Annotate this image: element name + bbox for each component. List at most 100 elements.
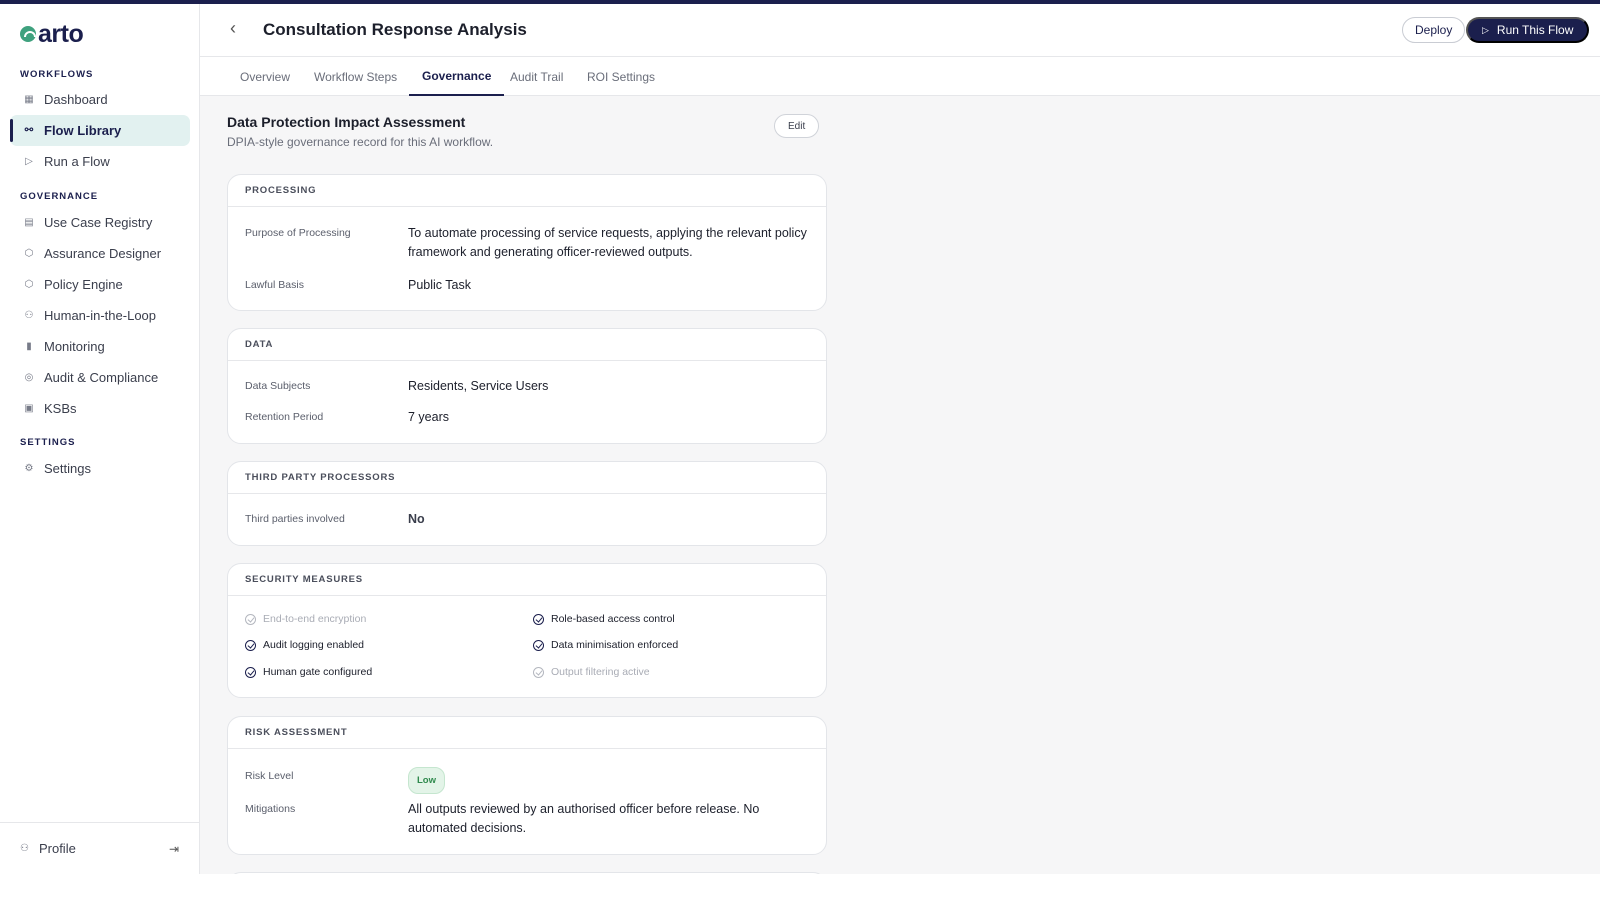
- sidebar-item-label: Assurance Designer: [44, 246, 162, 261]
- risk-card: RISK ASSESSMENT Risk Level Low Mitigatio…: [227, 716, 827, 855]
- sidebar-item-audit-compliance[interactable]: ◎ Audit & Compliance: [10, 362, 190, 393]
- nav-section-workflows: WORKFLOWS: [20, 69, 94, 80]
- sidebar-item-run-a-flow[interactable]: ▷ Run a Flow: [10, 146, 190, 177]
- tab-audit-trail[interactable]: Audit Trail: [497, 57, 576, 96]
- sidebar-item-policy-engine[interactable]: ⬡ Policy Engine: [10, 269, 190, 300]
- sidebar-item-assurance-designer[interactable]: ⬡ Assurance Designer: [10, 238, 190, 269]
- sidebar-item-flow-library[interactable]: ⚯ Flow Library: [10, 115, 190, 146]
- sidebar-footer: ⚇ Profile ⇥: [0, 822, 199, 874]
- security-measure-item: Human gate configured: [245, 666, 372, 678]
- check-circle-icon: [533, 613, 544, 625]
- tab-roi-settings[interactable]: ROI Settings: [574, 57, 668, 96]
- book-icon: ▣: [24, 403, 34, 414]
- lawful-basis-row: Lawful Basis Public Task: [245, 276, 809, 295]
- field-label: Retention Period: [245, 411, 324, 423]
- card-heading: RISK ASSESSMENT: [228, 717, 826, 749]
- purpose-value: To automate processing of service reques…: [408, 226, 807, 259]
- dpia-subtitle: DPIA-style governance record for this AI…: [227, 135, 494, 149]
- third-parties-row: Third parties involved No: [245, 510, 809, 529]
- user-icon: ⚇: [24, 310, 34, 321]
- security-measure-label: Human gate configured: [263, 666, 373, 678]
- play-icon: ▷: [1482, 24, 1489, 35]
- back-chevron-icon[interactable]: ‹: [230, 18, 236, 39]
- sidebar-item-label: Run a Flow: [44, 154, 110, 169]
- nav-section-settings: SETTINGS: [20, 437, 76, 448]
- nav-section-governance: GOVERNANCE: [20, 191, 99, 202]
- check-circle-icon: [533, 666, 544, 678]
- mitigations-value: All outputs reviewed by an authorised of…: [408, 802, 760, 835]
- mitigations-row: Mitigations All outputs reviewed by an a…: [245, 800, 809, 838]
- security-measure-item: Output filtering active: [533, 666, 650, 678]
- retention-value: 7 years: [408, 410, 449, 424]
- gear-icon: ⚙: [24, 463, 34, 474]
- security-measure-label: Output filtering active: [551, 666, 650, 678]
- sidebar-item-label: Use Case Registry: [44, 215, 153, 230]
- check-circle-icon: [533, 639, 544, 651]
- sidebar: arto WORKFLOWS ▦ Dashboard ⚯ Flow Librar…: [0, 4, 200, 874]
- sidebar-item-settings[interactable]: ⚙ Settings: [10, 453, 190, 484]
- sidebar-item-label: KSBs: [44, 401, 77, 416]
- retention-row: Retention Period 7 years: [245, 408, 809, 427]
- card-heading: THIRD PARTY PROCESSORS: [228, 462, 826, 494]
- security-measure-label: Role-based access control: [551, 613, 675, 625]
- user-icon: ⚇: [20, 843, 29, 854]
- security-measure-label: Data minimisation enforced: [551, 639, 679, 651]
- shield-icon: ⬡: [24, 279, 34, 290]
- sidebar-item-ksbs[interactable]: ▣ KSBs: [10, 393, 190, 424]
- sidebar-item-label: Policy Engine: [44, 277, 123, 292]
- field-label: Mitigations: [245, 803, 296, 815]
- app-logo[interactable]: arto: [20, 19, 84, 48]
- card-heading: SECURITY MEASURES: [228, 564, 826, 596]
- registry-icon: ▤: [24, 217, 34, 228]
- sidebar-item-dashboard[interactable]: ▦ Dashboard: [10, 84, 190, 115]
- field-label: Lawful Basis: [245, 279, 304, 291]
- dpia-heading: Data Protection Impact Assessment DPIA-s…: [227, 114, 827, 149]
- risk-level-badge: Low: [408, 767, 445, 794]
- purpose-row: Purpose of Processing To automate proces…: [245, 224, 809, 262]
- flow-icon: ⚯: [24, 125, 34, 136]
- check-circle-icon: [245, 639, 256, 651]
- deploy-button[interactable]: Deploy: [1402, 17, 1466, 43]
- sidebar-item-use-case-registry[interactable]: ▤ Use Case Registry: [10, 207, 190, 238]
- logo-text: arto: [38, 19, 84, 48]
- edit-button[interactable]: Edit: [774, 114, 820, 138]
- grid-icon: ▦: [24, 94, 34, 105]
- profile-link[interactable]: Profile: [39, 841, 76, 856]
- sidebar-item-human-in-the-loop[interactable]: ⚇ Human-in-the-Loop: [10, 300, 190, 331]
- tab-governance[interactable]: Governance: [409, 57, 505, 96]
- tab-bar: Overview Workflow Steps Governance Audit…: [200, 57, 1600, 96]
- check-circle-icon: [245, 613, 256, 625]
- run-flow-button[interactable]: ▷ Run This Flow: [1466, 17, 1590, 43]
- run-flow-label: Run This Flow: [1496, 23, 1574, 37]
- check-circle-icon: [245, 666, 256, 678]
- data-card: DATA Data Subjects Residents, Service Us…: [227, 328, 827, 444]
- security-measure-label: End-to-end encryption: [263, 613, 367, 625]
- check-circle-icon: ◎: [24, 372, 34, 383]
- card-heading: PROCESSING: [228, 175, 826, 207]
- field-label: Data Subjects: [245, 380, 311, 392]
- bar-chart-icon: ▮: [26, 341, 32, 352]
- sidebar-item-label: Audit & Compliance: [44, 370, 159, 385]
- tab-workflow-steps[interactable]: Workflow Steps: [301, 57, 410, 96]
- card-heading: DATA: [228, 329, 826, 361]
- data-subjects-row: Data Subjects Residents, Service Users: [245, 377, 809, 396]
- sidebar-item-label: Flow Library: [44, 123, 122, 138]
- logout-icon[interactable]: ⇥: [169, 842, 179, 856]
- security-measure-item: Data minimisation enforced: [533, 639, 678, 651]
- page-header: ‹ Consultation Response Analysis Deploy …: [200, 4, 1600, 57]
- field-label: Purpose of Processing: [245, 227, 351, 239]
- processing-card: PROCESSING Purpose of Processing To auto…: [227, 174, 827, 311]
- sidebar-item-monitoring[interactable]: ▮ Monitoring: [10, 331, 190, 362]
- play-icon: ▷: [25, 156, 33, 167]
- third-parties-value: No: [408, 512, 425, 526]
- window-bottom-strip: [0, 874, 1600, 900]
- third-party-card: THIRD PARTY PROCESSORS Third parties inv…: [227, 461, 827, 546]
- field-label: Third parties involved: [245, 513, 345, 525]
- shield-icon: ⬡: [24, 248, 34, 259]
- risk-level-row: Risk Level Low: [245, 767, 809, 794]
- logo-mark-icon: [20, 26, 36, 42]
- security-measure-item: Role-based access control: [533, 613, 675, 625]
- lawful-basis-value: Public Task: [408, 278, 471, 292]
- page-title: Consultation Response Analysis: [263, 20, 527, 39]
- tab-overview[interactable]: Overview: [227, 57, 303, 96]
